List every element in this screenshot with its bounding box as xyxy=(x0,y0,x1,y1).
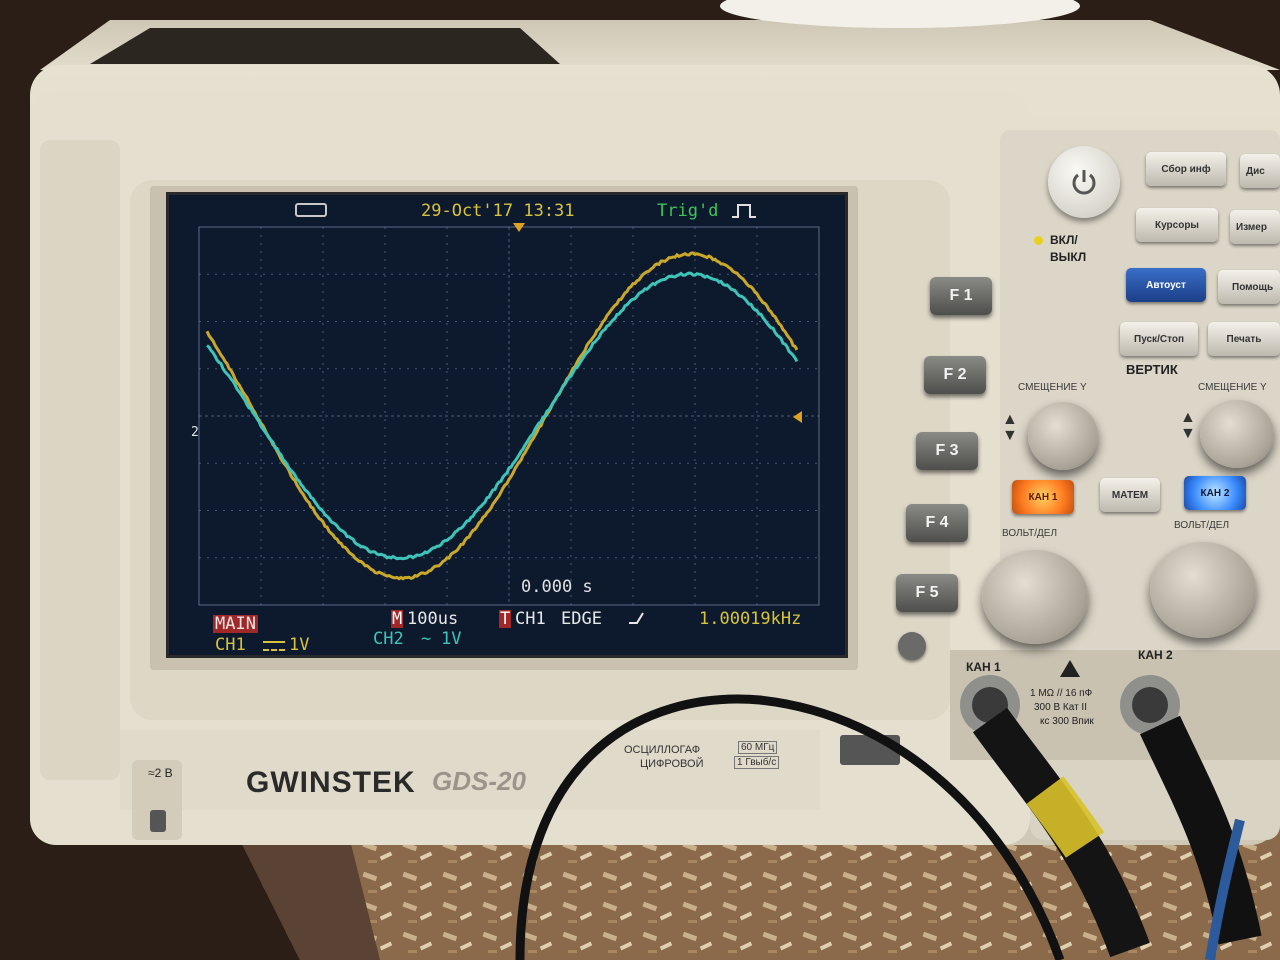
display-button[interactable]: Дис xyxy=(1240,154,1280,188)
menu-off-button[interactable] xyxy=(898,632,926,660)
vertical-section-title: ВЕРТИК xyxy=(1126,362,1178,377)
power-icon xyxy=(1069,167,1099,197)
trigger-type: EDGE xyxy=(561,609,602,629)
input-spec-1: 1 MΩ // 16 пФ xyxy=(1030,688,1092,699)
ch1-bnc-input[interactable] xyxy=(960,675,1020,735)
volts-div-label-ch2: ВОЛЬТ/ДЕЛ xyxy=(1174,520,1229,531)
model-label: GDS-20 xyxy=(432,766,526,797)
time-offset-readout: 0.000 s xyxy=(521,577,593,597)
ch2-volts-div-knob[interactable] xyxy=(1150,542,1256,638)
pulse-icon xyxy=(732,203,756,219)
probe-comp-terminal[interactable] xyxy=(150,810,166,832)
oscilloscope-screen: 29-Oct'17 13:31 Trig'd 2 0.000 s MAIN M … xyxy=(166,192,848,658)
input-label-ch1: КАН 1 xyxy=(966,660,1001,674)
ch1-position-knob[interactable] xyxy=(1028,402,1098,470)
autoset-button[interactable]: Автоуст xyxy=(1126,268,1206,302)
probe-comp-label: ≈2 В xyxy=(148,766,173,780)
print-button[interactable]: Печать xyxy=(1208,322,1280,356)
waveform-display xyxy=(169,195,845,655)
descriptor-line-1: ОСЦИЛЛОГАФ xyxy=(624,744,700,756)
trigger-position-marker xyxy=(513,223,525,232)
trigger-level-marker xyxy=(793,411,802,423)
ch1-button[interactable]: КАН 1 xyxy=(1012,480,1074,514)
up-down-arrows-icon: ▲ ▼ xyxy=(1180,410,1196,442)
datetime-readout: 29-Oct'17 13:31 xyxy=(421,201,575,221)
oscilloscope-photo: 29-Oct'17 13:31 Trig'd 2 0.000 s MAIN M … xyxy=(0,0,1280,960)
softkey-f3[interactable]: F 3 xyxy=(916,432,978,470)
input-spec-2: 300 В Кат II xyxy=(1034,702,1087,713)
input-label-ch2: КАН 2 xyxy=(1138,648,1173,662)
softkey-f5[interactable]: F 5 xyxy=(896,574,958,612)
volts-div-label-ch1: ВОЛЬТ/ДЕЛ xyxy=(1002,528,1057,539)
brand-logo: GWINSTEK xyxy=(246,766,416,800)
ch2-bnc-input[interactable] xyxy=(1120,675,1180,735)
descriptor-line-2: ЦИФРОВОЙ xyxy=(640,758,704,770)
trigger-status: Trig'd xyxy=(657,201,718,221)
warning-icon xyxy=(1060,660,1080,677)
mode-label: MAIN xyxy=(213,615,258,633)
measure-button[interactable]: Измер xyxy=(1230,210,1280,244)
softkey-f4[interactable]: F 4 xyxy=(906,504,968,542)
up-down-arrows-icon: ▲ ▼ xyxy=(1002,412,1018,444)
ch2-position-knob[interactable] xyxy=(1200,400,1274,468)
power-label-1: ВКЛ/ xyxy=(1050,233,1078,247)
ch2-scale: 1V xyxy=(441,629,461,649)
usb-icon xyxy=(295,203,327,217)
softkey-f1[interactable]: F 1 xyxy=(930,277,992,315)
timebase-marker: M xyxy=(391,610,403,628)
acquire-button[interactable]: Сбор инф xyxy=(1146,152,1226,186)
offset-label-ch2: СМЕЩЕНИЕ Y xyxy=(1198,382,1267,393)
trigger-marker: T xyxy=(499,610,511,628)
power-label-2: ВЫКЛ xyxy=(1050,250,1086,264)
ch2-button[interactable]: КАН 2 xyxy=(1184,476,1246,510)
timebase-readout: 100us xyxy=(407,609,458,629)
softkey-f2[interactable]: F 2 xyxy=(924,356,986,394)
trigger-source: CH1 xyxy=(515,609,546,629)
rising-edge-icon xyxy=(629,611,645,625)
spec-line-2: 1 Гвыб/с xyxy=(734,756,779,769)
channel-ground-marker: 2 xyxy=(191,423,199,443)
ch2-label: CH2 xyxy=(373,629,404,649)
power-button[interactable] xyxy=(1048,146,1120,218)
dc-coupling-icon xyxy=(263,641,285,651)
ch1-label: CH1 xyxy=(215,635,246,655)
help-button[interactable]: Помощь xyxy=(1218,270,1280,304)
input-spec-3: кс 300 Впик xyxy=(1040,716,1094,727)
cursors-button[interactable]: Курсоры xyxy=(1136,208,1218,242)
spec-line-1: 60 МГц xyxy=(738,741,777,754)
offset-label-ch1: СМЕЩЕНИЕ Y xyxy=(1018,382,1087,393)
ch1-scale: 1V xyxy=(289,635,309,655)
ch1-volts-div-knob[interactable] xyxy=(982,550,1088,644)
frequency-readout: 1.00019kHz xyxy=(699,609,801,629)
ac-coupling-icon: ∼ xyxy=(421,629,431,649)
power-led xyxy=(1034,236,1043,245)
run-stop-button[interactable]: Пуск/Стоп xyxy=(1120,322,1198,356)
math-button[interactable]: МАТЕМ xyxy=(1100,478,1160,512)
